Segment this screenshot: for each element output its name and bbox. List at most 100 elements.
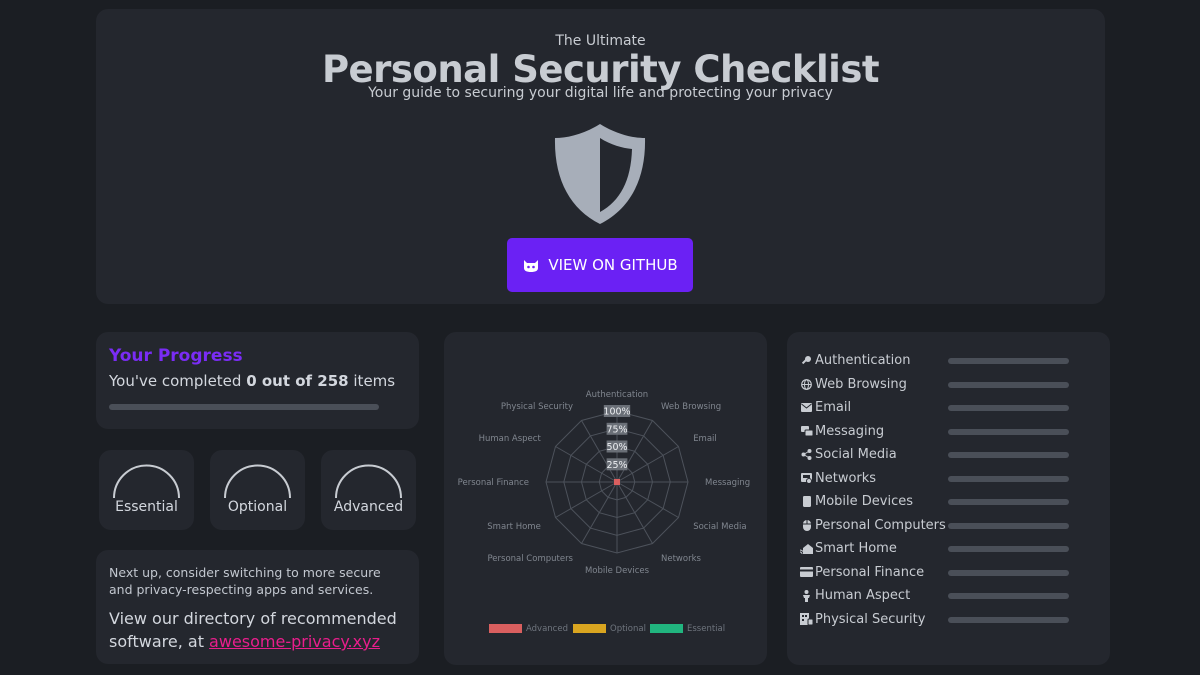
- radar-chart-card: Authentication Web Browsing Email Messaging…: [444, 332, 767, 665]
- legend-swatch: [650, 624, 683, 633]
- category-label: Web Browsing: [815, 376, 907, 392]
- progress-title: Your Progress: [109, 346, 243, 366]
- category-label: Personal Computers: [815, 517, 946, 533]
- category-progress-bar: [948, 499, 1069, 505]
- category-row-physical-security[interactable]: Physical Security: [787, 608, 1110, 632]
- shield-icon: [554, 124, 646, 224]
- category-row-personal-finance[interactable]: Personal Finance: [787, 561, 1110, 585]
- category-row-personal-computers[interactable]: Personal Computers: [787, 514, 1110, 538]
- next-up-text: Next up, consider switching to more secu…: [109, 565, 381, 597]
- category-label: Messaging: [815, 423, 885, 439]
- category-label: Smart Home: [815, 541, 897, 557]
- github-icon: [524, 260, 539, 272]
- category-progress-bar: [948, 381, 1069, 388]
- hero-tagline: Your guide to securing your digital life…: [368, 85, 833, 101]
- radar-center-point: [614, 479, 620, 485]
- category-progress-bar: [948, 593, 1069, 599]
- gauge-optional: Optional: [210, 450, 305, 530]
- category-row-web-browsing[interactable]: Web Browsing: [787, 373, 1110, 397]
- legend-swatch: [573, 624, 606, 633]
- credit-card-icon: [800, 566, 813, 579]
- category-label: Authentication: [815, 353, 911, 369]
- category-label: Networks: [815, 470, 877, 486]
- radar-tick-label: 100%: [603, 407, 630, 418]
- category-progress-bar: [948, 428, 1069, 435]
- category-progress-bar: [948, 569, 1069, 576]
- gauge-label: Advanced: [333, 499, 404, 515]
- category-progress-bar: [948, 475, 1069, 482]
- category-list: Authentication Web Browsing Email Messag…: [787, 332, 1110, 665]
- legend-label: Optional: [610, 624, 646, 634]
- awesome-privacy-link[interactable]: awesome-privacy.xyz: [209, 632, 380, 651]
- category-progress-bar: [948, 546, 1069, 552]
- radar-tick-label: 75%: [606, 424, 627, 435]
- gauge-essential: Essential: [99, 450, 194, 530]
- category-row-networks[interactable]: Networks: [787, 467, 1110, 491]
- share-icon: [800, 448, 813, 461]
- gauge-arc: [224, 464, 291, 499]
- mouse-icon: [800, 519, 813, 532]
- gauge-arc: [113, 464, 180, 499]
- category-progress-bar: [948, 616, 1069, 623]
- view-on-github-button[interactable]: VIEW ON GITHUB: [507, 238, 693, 292]
- category-progress-bar: [948, 405, 1069, 411]
- radar-tick-label: 50%: [606, 442, 627, 453]
- gauge-label: Essential: [115, 499, 178, 515]
- key-icon: [800, 354, 813, 367]
- radar-category-label: Mobile Devices: [585, 566, 650, 576]
- progress-count: 0 out of 258: [246, 372, 349, 390]
- network-icon: [800, 472, 813, 485]
- radar-category-label: Messaging: [705, 478, 750, 488]
- category-progress-bar: [948, 358, 1069, 364]
- hero-subtitle: The Ultimate: [555, 33, 646, 49]
- radar-category-label: Networks: [661, 554, 701, 564]
- category-row-email[interactable]: Email: [787, 396, 1110, 420]
- radar-chart: Authentication Web Browsing Email Messaging…: [458, 390, 751, 634]
- next-up-card: Next up, consider switching to more secu…: [96, 550, 419, 664]
- hero-card: The Ultimate Personal Security Checklist…: [96, 9, 1105, 304]
- progress-bar: [109, 404, 379, 410]
- progress-card: Your Progress You've completed 0 out of …: [96, 332, 419, 429]
- envelope-icon: [800, 401, 813, 414]
- legend-swatch: [489, 624, 522, 633]
- progress-summary: You've completed 0 out of 258 items: [109, 372, 406, 390]
- category-label: Email: [815, 400, 852, 416]
- category-row-authentication[interactable]: Authentication: [787, 349, 1110, 373]
- category-progress-bar: [948, 452, 1069, 458]
- radar-category-label: Smart Home: [487, 522, 541, 532]
- radar-category-label: Authentication: [586, 390, 648, 400]
- radar-category-label: Email: [693, 434, 717, 444]
- category-label: Social Media: [815, 447, 897, 463]
- radar-category-label: Personal Computers: [487, 554, 573, 564]
- category-label: Physical Security: [815, 611, 926, 627]
- gauge-arc: [335, 464, 402, 499]
- category-row-mobile-devices[interactable]: Mobile Devices: [787, 490, 1110, 514]
- category-label: Human Aspect: [815, 588, 911, 604]
- radar-category-label: Human Aspect: [479, 434, 542, 444]
- person-icon: [800, 589, 813, 602]
- smart-home-icon: [800, 542, 813, 555]
- legend-label: Advanced: [526, 624, 568, 634]
- progress-prefix: You've completed: [109, 372, 247, 390]
- radar-category-label: Web Browsing: [661, 402, 721, 412]
- github-button-label: VIEW ON GITHUB: [548, 256, 678, 274]
- category-row-social-media[interactable]: Social Media: [787, 443, 1110, 467]
- globe-icon: [800, 378, 813, 391]
- directory-text: View our directory of recommended softwa…: [109, 607, 406, 653]
- category-label: Personal Finance: [815, 564, 925, 580]
- legend-label: Essential: [687, 624, 725, 634]
- category-progress-bar: [948, 522, 1069, 529]
- radar-category-label: Personal Finance: [458, 478, 529, 488]
- category-row-messaging[interactable]: Messaging: [787, 420, 1110, 444]
- chat-icon: [800, 425, 813, 438]
- category-row-smart-home[interactable]: Smart Home: [787, 537, 1110, 561]
- radar-category-label: Social Media: [693, 522, 746, 532]
- phone-icon: [800, 495, 813, 508]
- gauge-advanced: Advanced: [321, 450, 416, 530]
- category-row-human-aspect[interactable]: Human Aspect: [787, 584, 1110, 608]
- category-label: Mobile Devices: [815, 494, 914, 510]
- radar-tick-label: 25%: [606, 460, 627, 471]
- building-icon: [800, 613, 813, 626]
- gauge-label: Optional: [227, 499, 288, 515]
- radar-category-label: Physical Security: [501, 402, 573, 412]
